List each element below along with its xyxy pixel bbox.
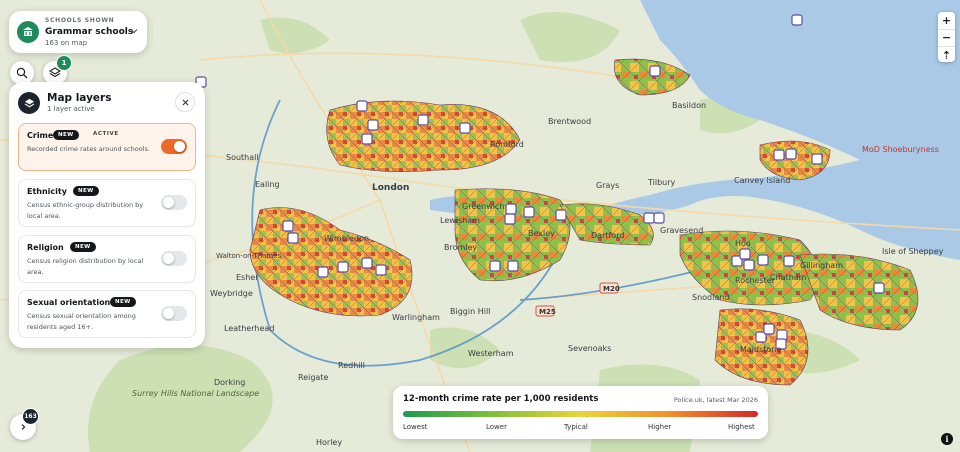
layer-name: Sexual orientation: [27, 298, 111, 307]
map-layers-panel: Map layers 1 layer active Crime NEW ACTI…: [9, 82, 205, 348]
svg-text:Walton-on-Thames: Walton-on-Thames: [216, 252, 282, 260]
close-icon: [182, 99, 188, 105]
svg-text:Ealing: Ealing: [255, 180, 280, 189]
svg-text:Dorking: Dorking: [214, 378, 245, 387]
legend-title: 12-month crime rate per 1,000 residents: [403, 394, 599, 404]
toggle-knob: [163, 253, 174, 264]
layer-description: Census religion distribution by local ar…: [27, 257, 144, 276]
info-icon[interactable]: i: [941, 433, 953, 445]
school-building-icon: [17, 21, 39, 43]
zoom-out-button[interactable]: −: [938, 30, 955, 48]
svg-text:Tilbury: Tilbury: [647, 178, 676, 187]
sexual-orientation-layer-toggle[interactable]: [161, 306, 187, 321]
svg-text:M25: M25: [539, 308, 556, 316]
svg-text:Esher: Esher: [236, 273, 259, 282]
layer-name: Religion: [27, 243, 64, 252]
svg-text:Biggin Hill: Biggin Hill: [450, 307, 490, 316]
panel-title: Map layers: [47, 92, 112, 104]
ethnicity-layer-toggle[interactable]: [161, 195, 187, 210]
svg-text:Weybridge: Weybridge: [210, 289, 253, 298]
svg-text:Greenwich: Greenwich: [462, 202, 504, 211]
svg-text:Leatherhead: Leatherhead: [224, 324, 274, 333]
layer-card-sexual-orientation[interactable]: Sexual orientation NEW Census sexual ori…: [18, 290, 196, 338]
layers-icon: [18, 92, 40, 114]
svg-text:Isle of Sheppey: Isle of Sheppey: [882, 247, 944, 256]
new-badge: NEW: [110, 297, 136, 307]
schools-shown-title: Grammar schools: [45, 27, 134, 37]
svg-text:Dartford: Dartford: [591, 231, 624, 240]
legend-label-lower: Lower: [486, 423, 507, 431]
schools-shown-eyebrow: SCHOOLS SHOWN: [45, 17, 115, 24]
layer-name: Crime: [27, 131, 54, 140]
svg-text:Wimbledon: Wimbledon: [324, 234, 369, 243]
schools-shown-count: 163 on map: [45, 39, 88, 47]
chevron-down-icon: [130, 29, 138, 34]
svg-text:Maidstone: Maidstone: [740, 345, 781, 354]
layer-card-ethnicity[interactable]: Ethnicity NEW Census ethnic-group distri…: [18, 179, 196, 227]
search-icon: [16, 67, 28, 79]
svg-text:Sevenoaks: Sevenoaks: [568, 344, 611, 353]
svg-text:M20: M20: [603, 285, 620, 293]
layer-description: Census ethnic-group distribution by loca…: [27, 201, 144, 220]
svg-text:Lewisham: Lewisham: [440, 216, 480, 225]
toggle-knob: [163, 308, 174, 319]
svg-text:Canvey Island: Canvey Island: [734, 176, 790, 185]
zoom-controls: + − ⇡: [938, 12, 955, 62]
svg-text:Horley: Horley: [316, 438, 342, 447]
schools-shown-selector[interactable]: SCHOOLS SHOWN Grammar schools 163 on map: [9, 11, 147, 53]
layer-name: Ethnicity: [27, 187, 67, 196]
svg-text:Romford: Romford: [490, 140, 524, 149]
svg-text:London: London: [372, 183, 409, 193]
toggle-knob: [174, 141, 185, 152]
svg-text:Snodland: Snodland: [692, 293, 729, 302]
svg-text:Gillingham: Gillingham: [800, 261, 843, 270]
svg-text:Reigate: Reigate: [298, 373, 328, 382]
new-badge: NEW: [70, 242, 96, 252]
svg-text:Chatham: Chatham: [770, 273, 807, 282]
svg-text:Basildon: Basildon: [672, 101, 706, 110]
reset-north-button[interactable]: ⇡: [938, 47, 955, 64]
svg-text:Gravesend: Gravesend: [660, 226, 703, 235]
svg-text:Redhill: Redhill: [338, 361, 365, 370]
legend-label-highest: Highest: [728, 423, 755, 431]
crime-layer-toggle[interactable]: [161, 139, 187, 154]
zoom-in-button[interactable]: +: [938, 12, 955, 30]
active-status: ACTIVE: [93, 131, 119, 137]
legend-label-lowest: Lowest: [403, 423, 428, 431]
panel-subtitle: 1 layer active: [47, 105, 95, 113]
svg-text:MoD Shoeburyness: MoD Shoeburyness: [862, 145, 939, 154]
new-badge: NEW: [73, 186, 99, 196]
layer-description: Recorded crime rates around schools.: [27, 145, 150, 153]
svg-text:Bromley: Bromley: [444, 243, 477, 252]
svg-text:Hoo: Hoo: [735, 239, 751, 248]
legend-label-typical: Typical: [564, 423, 588, 431]
svg-text:Brentwood: Brentwood: [548, 117, 591, 126]
toggle-knob: [163, 197, 174, 208]
new-badge: NEW: [53, 130, 79, 140]
legend-label-higher: Higher: [648, 423, 672, 431]
svg-text:Westerham: Westerham: [468, 349, 514, 358]
layer-card-religion[interactable]: Religion NEW Census religion distributio…: [18, 235, 196, 283]
legend-source: Police.uk, latest Mar 2026: [673, 396, 758, 404]
svg-text:Bexley: Bexley: [528, 229, 555, 238]
crime-legend: 12-month crime rate per 1,000 residents …: [393, 386, 768, 439]
legend-color-scale: [403, 411, 758, 417]
religion-layer-toggle[interactable]: [161, 251, 187, 266]
layer-card-crime[interactable]: Crime NEW ACTIVE Recorded crime rates ar…: [18, 123, 196, 171]
active-layers-badge: 1: [56, 55, 72, 71]
layer-description: Census sexual orientation among resident…: [27, 312, 136, 331]
svg-text:Surrey Hills National Landscap: Surrey Hills National Landscape: [132, 389, 259, 398]
chevron-right-icon: [21, 424, 26, 430]
svg-text:Warlingham: Warlingham: [392, 313, 440, 322]
close-panel-button[interactable]: [175, 92, 195, 112]
svg-text:Grays: Grays: [596, 181, 619, 190]
svg-text:Southall: Southall: [226, 153, 259, 162]
school-count-badge: 163: [22, 408, 39, 425]
